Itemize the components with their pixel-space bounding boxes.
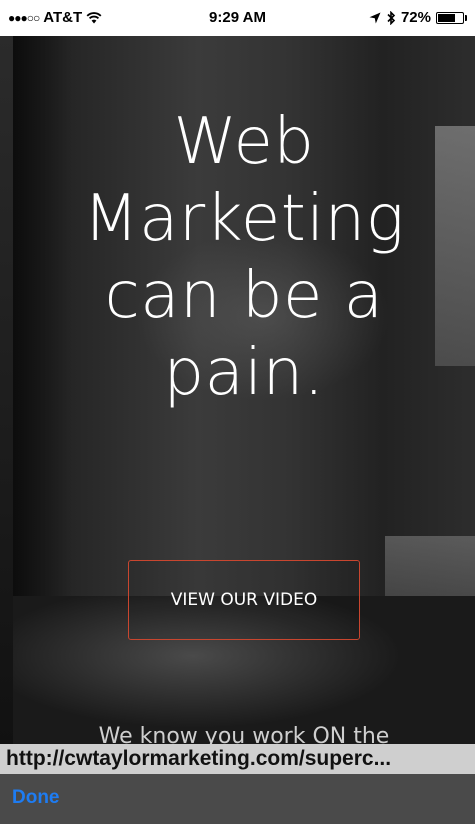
hero-subtext: We know you work ON the [98, 724, 390, 744]
left-edge-shadow [0, 36, 13, 744]
url-bar[interactable]: http://cwtaylormarketing.com/superc... [0, 744, 475, 774]
done-button[interactable]: Done [12, 787, 60, 809]
battery-fill [438, 13, 455, 22]
hero-section: Web Marketing can be a pain. VIEW OUR VI… [13, 36, 475, 744]
url-text: http://cwtaylormarketing.com/superc... [6, 747, 392, 770]
status-bar: ●●●○○ AT&T 9:29 AM 72% [0, 0, 475, 36]
location-arrow-icon [369, 12, 381, 24]
headline-line: can be a [104, 259, 384, 333]
bottom-toolbar: Done [0, 774, 475, 824]
bluetooth-icon [386, 10, 396, 25]
status-right: 72% [369, 9, 467, 26]
hero-headline: Web Marketing can be a pain. [13, 104, 475, 412]
battery-icon [436, 11, 464, 24]
view-video-button[interactable]: VIEW OUR VIDEO [128, 560, 360, 640]
battery-percent: 72% [400, 9, 431, 26]
view-video-label: VIEW OUR VIDEO [170, 590, 318, 610]
headline-line: Web [173, 105, 315, 179]
headline-line: Marketing [83, 182, 405, 256]
headline-line: pain. [163, 336, 325, 410]
battery-tip [465, 14, 467, 21]
